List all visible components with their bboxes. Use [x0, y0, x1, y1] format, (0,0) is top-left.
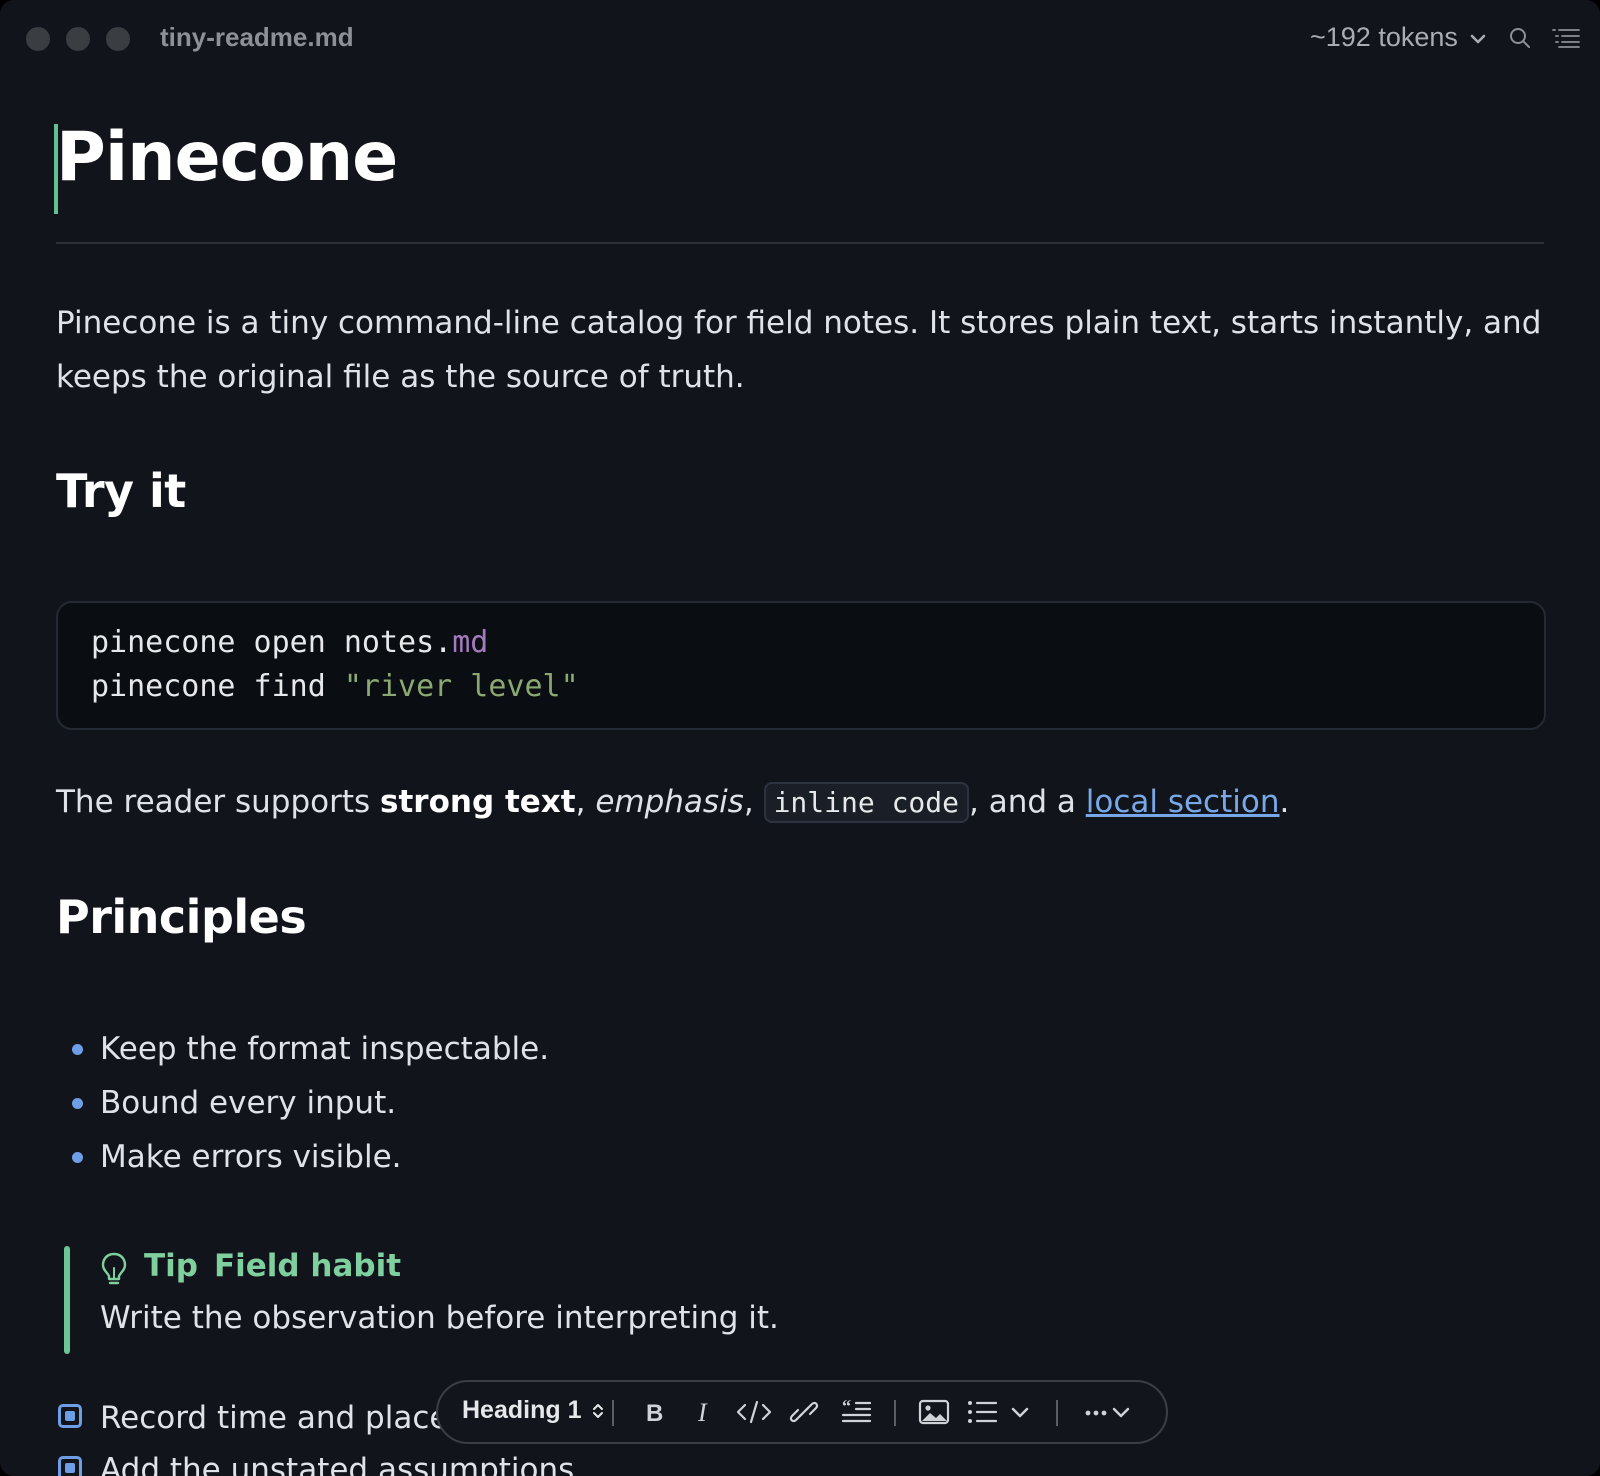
heading-principles[interactable]: Principles — [56, 890, 307, 944]
italic-button[interactable]: I — [684, 1392, 724, 1432]
lightbulb-icon — [101, 1252, 127, 1285]
code-string: "river level" — [343, 669, 579, 704]
block-type-select[interactable]: Heading 1 — [462, 1396, 604, 1425]
block-type-label: Heading 1 — [462, 1396, 582, 1424]
bold-icon: B — [646, 1400, 663, 1427]
code-extension: md — [452, 625, 489, 660]
list-item-text: Bound every input. — [100, 1085, 397, 1121]
image-icon — [918, 1399, 950, 1425]
strong-text: strong text — [380, 784, 576, 820]
task-text: Record time and place — [100, 1400, 449, 1436]
callout-body: Write the observation before interpretin… — [100, 1300, 779, 1336]
code-command: pinecone open notes — [91, 625, 435, 660]
close-window-button[interactable] — [26, 27, 50, 51]
toolbar-divider — [894, 1400, 896, 1426]
heading-rule — [56, 242, 1544, 244]
list-button[interactable] — [962, 1392, 1002, 1432]
list-item[interactable]: Bound every input. — [56, 1076, 549, 1130]
list-options-button[interactable] — [1000, 1392, 1040, 1432]
toolbar-divider — [612, 1400, 614, 1426]
svg-text:B: B — [646, 1400, 663, 1427]
code-command: pinecone find — [91, 669, 344, 704]
search-icon[interactable] — [1508, 26, 1532, 50]
text-run: The reader supports — [56, 784, 381, 820]
callout-type: Tip — [144, 1248, 198, 1284]
list-icon — [968, 1401, 998, 1423]
inline-code: inline code — [763, 782, 969, 823]
emphasis-text: emphasis — [595, 784, 744, 820]
code-line-2: pinecone find "river level" — [91, 669, 579, 704]
intro-paragraph[interactable]: Pinecone is a tiny command-line catalog … — [56, 296, 1546, 404]
heading-try-it[interactable]: Try it — [56, 464, 186, 518]
task-text: Add the unstated assumptions — [100, 1452, 575, 1476]
list-item-text: Keep the format inspectable. — [100, 1031, 550, 1067]
checkbox[interactable] — [58, 1404, 82, 1428]
code-block[interactable]: pinecone open notes.md pinecone find "ri… — [56, 601, 1546, 730]
bullet-icon — [72, 1098, 83, 1109]
code-icon — [736, 1400, 772, 1424]
svg-text:I: I — [697, 1398, 708, 1427]
task-item[interactable]: Add the unstated assumptions — [56, 1444, 574, 1476]
link-icon — [789, 1401, 819, 1423]
svg-text:“: “ — [842, 1396, 851, 1416]
bullet-icon — [72, 1044, 83, 1055]
title-bar: tiny-readme.md ~192 tokens — [0, 0, 1600, 76]
more-button[interactable] — [1078, 1392, 1144, 1432]
list-item[interactable]: Keep the format inspectable. — [56, 1022, 549, 1076]
token-count-dropdown[interactable]: ~192 tokens — [1310, 22, 1458, 53]
image-button[interactable] — [914, 1392, 954, 1432]
link-button[interactable] — [784, 1392, 824, 1432]
text-run: , — [743, 784, 764, 820]
list-item-text: Make errors visible. — [100, 1139, 402, 1175]
bold-button[interactable]: B — [634, 1392, 674, 1432]
quote-icon: “ — [841, 1396, 872, 1423]
up-down-chevron-icon — [593, 1404, 604, 1418]
toolbar-divider — [1056, 1400, 1058, 1426]
zoom-window-button[interactable] — [106, 27, 130, 51]
tip-callout[interactable]: Tip Field habit Write the observation bef… — [64, 1246, 864, 1354]
code-line-1: pinecone open notes.md — [91, 625, 488, 660]
text-run: , and a — [969, 784, 1086, 820]
window-title: tiny-readme.md — [160, 22, 354, 52]
list-item[interactable]: Make errors visible. — [56, 1130, 549, 1184]
document-title[interactable]: Pinecone — [56, 118, 398, 197]
text-run: , — [575, 784, 596, 820]
outline-icon[interactable] — [1552, 28, 1580, 48]
principles-list: Keep the format inspectable. Bound every… — [56, 1022, 549, 1184]
callout-accent-bar — [64, 1246, 70, 1354]
editor-window: tiny-readme.md ~192 tokens Pinecone Pine… — [0, 0, 1600, 1476]
callout-heading: Tip Field habit — [144, 1248, 401, 1284]
code-button[interactable] — [734, 1392, 774, 1432]
minimize-window-button[interactable] — [66, 27, 90, 51]
text-run: . — [1279, 784, 1290, 820]
bullet-icon — [72, 1152, 83, 1163]
chevron-down-icon — [1011, 1407, 1029, 1418]
callout-title: Field habit — [213, 1248, 402, 1284]
more-icon — [1085, 1407, 1130, 1418]
checkbox[interactable] — [58, 1456, 82, 1476]
code-dot: . — [434, 625, 453, 660]
local-section-link[interactable]: local section — [1086, 784, 1280, 820]
italic-icon: I — [697, 1398, 708, 1427]
chevron-down-icon[interactable] — [1470, 34, 1486, 44]
quote-button[interactable]: “ — [836, 1392, 876, 1432]
formatting-paragraph[interactable]: The reader supports strong text, emphasi… — [56, 782, 1290, 823]
formatting-toolbar: Heading 1 B I “ — [436, 1380, 1168, 1444]
